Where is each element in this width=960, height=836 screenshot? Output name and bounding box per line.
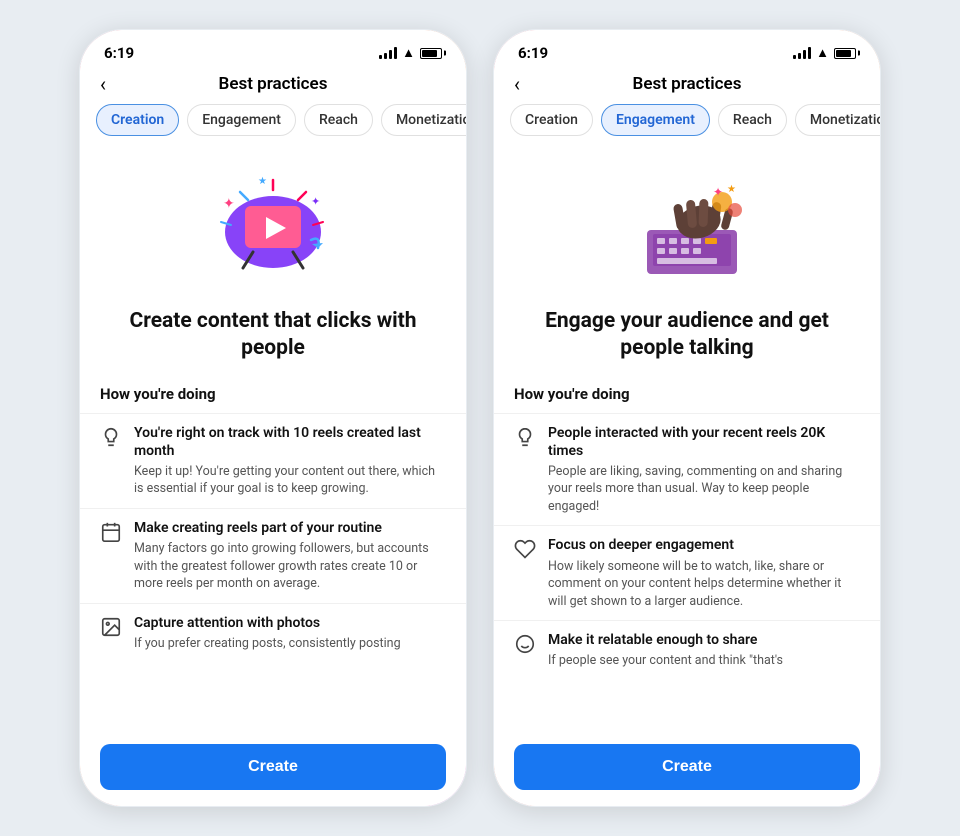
create-button-2[interactable]: Create bbox=[514, 744, 860, 790]
lightbulb-icon-1 bbox=[100, 426, 122, 448]
tab-creation-1[interactable]: Creation bbox=[96, 104, 179, 136]
tip-item-2-2: Focus on deeper engagement How likely so… bbox=[494, 525, 880, 620]
tab-reach-2[interactable]: Reach bbox=[718, 104, 787, 136]
back-button-2[interactable]: ‹ bbox=[514, 72, 520, 96]
content-area-1: How you're doing You're right on track w… bbox=[80, 379, 466, 806]
tip-desc-2-2: How likely someone will be to watch, lik… bbox=[548, 558, 860, 611]
image-icon-1 bbox=[100, 616, 122, 638]
tip-item-1-1: You're right on track with 10 reels crea… bbox=[80, 413, 466, 508]
section-label-1: How you're doing bbox=[80, 379, 466, 413]
smiley-icon-2 bbox=[514, 633, 536, 655]
cta-area-2: Create bbox=[494, 732, 880, 806]
tip-item-1-2: Make creating reels part of your routine… bbox=[80, 508, 466, 603]
status-icons-2: ▲ bbox=[793, 45, 856, 61]
tab-monetization-2[interactable]: Monetization bbox=[795, 104, 880, 136]
phone-2: 6:19 ▲ ‹ Best practices bbox=[492, 28, 882, 808]
section-label-2: How you're doing bbox=[494, 379, 880, 413]
tip-desc-1-2: Many factors go into growing followers, … bbox=[134, 540, 446, 593]
page-title-1: Best practices bbox=[219, 74, 328, 94]
content-area-2: How you're doing People interacted with … bbox=[494, 379, 880, 806]
phones-container: 6:19 ▲ ‹ Best practices bbox=[78, 28, 882, 808]
tabs-1: Creation Engagement Reach Monetization bbox=[80, 104, 466, 148]
wifi-icon-2: ▲ bbox=[816, 45, 829, 61]
cta-area-1: Create bbox=[80, 732, 466, 806]
headline-1: Create content that clicks with people bbox=[80, 308, 466, 379]
status-bar-2: 6:19 ▲ bbox=[494, 30, 880, 70]
battery-icon-2 bbox=[834, 48, 856, 59]
status-time-1: 6:19 bbox=[104, 44, 134, 62]
tip-title-1-1: You're right on track with 10 reels crea… bbox=[134, 424, 446, 460]
tip-desc-1-1: Keep it up! You're getting your content … bbox=[134, 463, 446, 498]
tab-reach-1[interactable]: Reach bbox=[304, 104, 373, 136]
signal-icon-2 bbox=[793, 47, 811, 59]
tip-item-2-3: Make it relatable enough to share If peo… bbox=[494, 620, 880, 680]
tab-monetization-1[interactable]: Monetization bbox=[381, 104, 466, 136]
tip-title-2-3: Make it relatable enough to share bbox=[548, 631, 860, 649]
illustration-2: ✦ ★ bbox=[494, 148, 880, 308]
status-icons-1: ▲ bbox=[379, 45, 442, 61]
headline-2: Engage your audience and get people talk… bbox=[494, 308, 880, 379]
status-time-2: 6:19 bbox=[518, 44, 548, 62]
status-bar-1: 6:19 ▲ bbox=[80, 30, 466, 70]
back-button-1[interactable]: ‹ bbox=[100, 72, 106, 96]
tip-title-2-2: Focus on deeper engagement bbox=[548, 536, 860, 554]
create-button-1[interactable]: Create bbox=[100, 744, 446, 790]
tip-desc-2-3: If people see your content and think "th… bbox=[548, 652, 860, 670]
header-2: ‹ Best practices bbox=[494, 70, 880, 104]
heart-icon-2 bbox=[514, 538, 536, 560]
phone-1: 6:19 ▲ ‹ Best practices bbox=[78, 28, 468, 808]
signal-icon-1 bbox=[379, 47, 397, 59]
lightbulb-icon-2 bbox=[514, 426, 536, 448]
tip-desc-2-1: People are liking, saving, commenting on… bbox=[548, 463, 860, 516]
tip-desc-1-3: If you prefer creating posts, consistent… bbox=[134, 635, 446, 653]
tab-engagement-2[interactable]: Engagement bbox=[601, 104, 710, 136]
svg-text:✦: ✦ bbox=[223, 196, 235, 212]
tip-title-1-3: Capture attention with photos bbox=[134, 614, 446, 632]
header-1: ‹ Best practices bbox=[80, 70, 466, 104]
tip-item-2-1: People interacted with your recent reels… bbox=[494, 413, 880, 526]
tab-engagement-1[interactable]: Engagement bbox=[187, 104, 296, 136]
illustration-1: ✦ ✦ ★ bbox=[80, 148, 466, 308]
page-title-2: Best practices bbox=[633, 74, 742, 94]
wifi-icon-1: ▲ bbox=[402, 45, 415, 61]
tip-title-2-1: People interacted with your recent reels… bbox=[548, 424, 860, 460]
tab-creation-2[interactable]: Creation bbox=[510, 104, 593, 136]
tip-title-1-2: Make creating reels part of your routine bbox=[134, 519, 446, 537]
svg-text:★: ★ bbox=[258, 176, 267, 187]
tabs-2: Creation Engagement Reach Monetization bbox=[494, 104, 880, 148]
tip-item-1-3: Capture attention with photos If you pre… bbox=[80, 603, 466, 663]
svg-text:✦: ✦ bbox=[311, 195, 320, 208]
battery-icon-1 bbox=[420, 48, 442, 59]
calendar-icon-1 bbox=[100, 521, 122, 543]
svg-text:★: ★ bbox=[727, 184, 736, 195]
svg-text:✦: ✦ bbox=[713, 185, 723, 199]
